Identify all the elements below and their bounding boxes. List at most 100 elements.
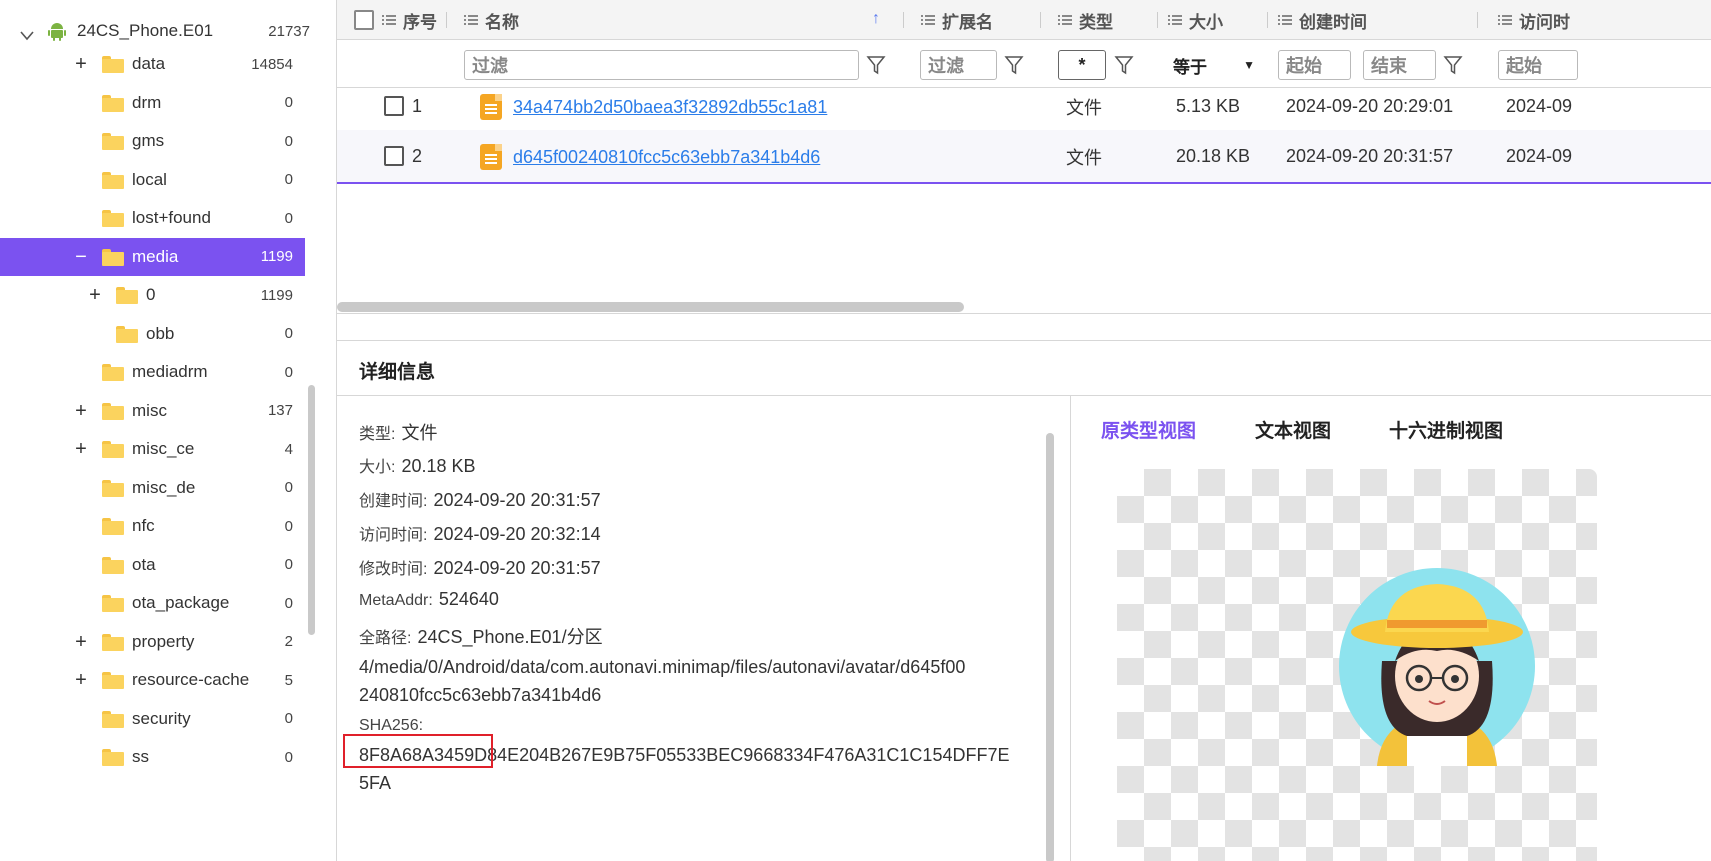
tree-item-label: ss	[132, 747, 149, 766]
col-atime[interactable]: 访问时	[1498, 0, 1711, 40]
tab-hex-view[interactable]: 十六进制视图	[1389, 416, 1503, 443]
col-ctime[interactable]: 创建时间	[1278, 0, 1478, 40]
tree-item-data[interactable]: + data 14854	[0, 45, 305, 83]
filter-icon[interactable]	[1004, 55, 1024, 75]
ctime-start-input[interactable]: 起始	[1278, 50, 1351, 80]
column-menu-icon	[382, 14, 396, 26]
prop-size: 大小: 20.18 KB	[359, 456, 476, 476]
row-checkbox[interactable]	[384, 146, 404, 166]
folder-icon	[102, 210, 124, 227]
tree-item-label: misc_de	[132, 477, 196, 497]
tree-item-label: obb	[146, 323, 175, 343]
expand-icon[interactable]: +	[74, 670, 88, 690]
tree-root-label: 24CS_Phone.E01	[77, 21, 214, 40]
tree-item-misc-ce[interactable]: + misc_ce 4	[0, 430, 305, 468]
file-name-link[interactable]: d645f00240810fcc5c63ebb7a341b4d6	[513, 147, 820, 168]
tree-item-count: 0	[284, 171, 293, 188]
folder-icon	[102, 56, 124, 73]
detail-scrollbar[interactable]	[1046, 433, 1054, 861]
tree-item-media[interactable]: − media 1199	[0, 237, 305, 276]
tree-item-mediadrm[interactable]: mediadrm 0	[0, 353, 305, 391]
table-row[interactable]: 2 d645f00240810fcc5c63ebb7a341b4d6 文件 20.18…	[337, 130, 1711, 184]
col-ctime-label: 创建时间	[1299, 12, 1367, 32]
tree-item-drm[interactable]: drm 0	[0, 84, 305, 122]
folder-icon	[116, 287, 138, 304]
name-filter-input[interactable]: 过滤	[464, 50, 859, 80]
prop-type: 类型: 文件	[359, 423, 438, 443]
size-operator-select[interactable]: 等于 ▼	[1173, 50, 1259, 80]
tree-item-misc-de[interactable]: misc_de 0	[0, 469, 305, 507]
folder-icon	[102, 710, 124, 728]
tree-item-label: lost+found	[132, 208, 211, 227]
expand-icon[interactable]: +	[74, 401, 88, 421]
col-name-label: 名称	[485, 12, 519, 32]
column-menu-icon	[1278, 14, 1292, 26]
collapse-icon[interactable]: −	[74, 247, 88, 267]
sort-ascending-icon[interactable]: ↑	[872, 10, 880, 28]
tree-item-obb[interactable]: obb 0	[0, 315, 305, 353]
atime-start-input[interactable]: 起始	[1498, 50, 1578, 80]
expand-icon[interactable]: +	[74, 632, 88, 652]
tree-item-security[interactable]: security 0	[0, 700, 305, 738]
image-preview	[1117, 469, 1597, 861]
row-ctime: 2024-09-20 20:31:57	[1286, 146, 1454, 166]
tree-item-ota[interactable]: ota 0	[0, 546, 305, 584]
file-name-link[interactable]: 34a474bb2d50baea3f32892db55c1a81	[513, 97, 827, 118]
tree-item-count: 0	[284, 94, 293, 111]
tree-item-0[interactable]: +0 1199	[0, 276, 305, 314]
prop-atime: 访问时间: 2024-09-20 20:32:14	[359, 524, 601, 544]
tree-item-property[interactable]: + property 2	[0, 623, 305, 661]
ctime-end-input[interactable]: 结束	[1363, 50, 1436, 80]
tree-item-lost-found[interactable]: lost+found 0	[0, 199, 305, 237]
folder-icon	[102, 633, 124, 651]
tree-item-label: 0	[146, 285, 156, 304]
tab-raw-view[interactable]: 原类型视图	[1101, 416, 1196, 443]
dropdown-arrow-icon: ▼	[1243, 58, 1255, 72]
column-menu-icon	[1498, 14, 1512, 26]
column-menu-icon	[464, 14, 478, 26]
filter-icon[interactable]	[1443, 55, 1463, 75]
tree-item-ss[interactable]: ss 0	[0, 738, 305, 776]
expand-icon[interactable]: +	[88, 285, 102, 305]
tab-text-view[interactable]: 文本视图	[1255, 416, 1331, 443]
tree-item-ota-package[interactable]: ota_package 0	[0, 584, 305, 622]
tree-item-misc[interactable]: + misc 137	[0, 392, 305, 430]
file-icon	[480, 144, 502, 170]
tree-item-label: property	[132, 631, 195, 651]
col-type-label: 类型	[1079, 12, 1113, 32]
tree-item-count: 0	[284, 363, 293, 381]
filter-icon[interactable]	[866, 55, 886, 75]
folder-icon	[102, 518, 124, 535]
tree-item-count: 1199	[260, 248, 293, 265]
table-header: 序号 名称 ↑ 扩展名 类型 大小 创建时间 访问时	[337, 0, 1711, 40]
col-ext[interactable]: 扩展名	[921, 0, 1041, 40]
tree-root-count: 21737	[268, 22, 310, 40]
col-index[interactable]: 序号	[382, 0, 447, 40]
expand-icon[interactable]: +	[74, 54, 88, 74]
ext-filter-input[interactable]: 过滤	[920, 50, 997, 80]
expand-icon[interactable]: +	[74, 439, 88, 459]
select-all-checkbox[interactable]	[354, 0, 374, 40]
col-size[interactable]: 大小	[1168, 0, 1268, 40]
tree-item-label: ota_package	[132, 593, 230, 612]
filter-icon[interactable]	[1114, 55, 1134, 75]
col-type[interactable]: 类型	[1058, 0, 1158, 40]
tree-item-label: local	[132, 169, 167, 189]
col-name[interactable]: 名称 ↑	[464, 0, 904, 40]
tree-item-gms[interactable]: gms 0	[0, 122, 305, 160]
table-row[interactable]: 1 34a474bb2d50baea3f32892db55c1a81 文件 5.13 …	[337, 80, 1711, 134]
tree-item-local[interactable]: local 0	[0, 161, 305, 199]
chevron-down-icon[interactable]	[20, 26, 34, 41]
row-type: 文件	[1066, 98, 1102, 118]
row-checkbox[interactable]	[384, 96, 404, 116]
tree-item-resource-cache[interactable]: + resource-cache 5	[0, 661, 305, 699]
folder-icon	[102, 672, 124, 689]
tree-scrollbar[interactable]	[308, 385, 315, 635]
horizontal-scrollbar[interactable]	[337, 302, 964, 312]
tree-item-count: 0	[284, 556, 293, 573]
folder-icon	[102, 749, 124, 766]
type-filter-input[interactable]: *	[1058, 50, 1106, 80]
folder-icon	[102, 479, 124, 497]
tree-item-nfc[interactable]: nfc 0	[0, 507, 305, 545]
row-index: 1	[412, 96, 423, 116]
